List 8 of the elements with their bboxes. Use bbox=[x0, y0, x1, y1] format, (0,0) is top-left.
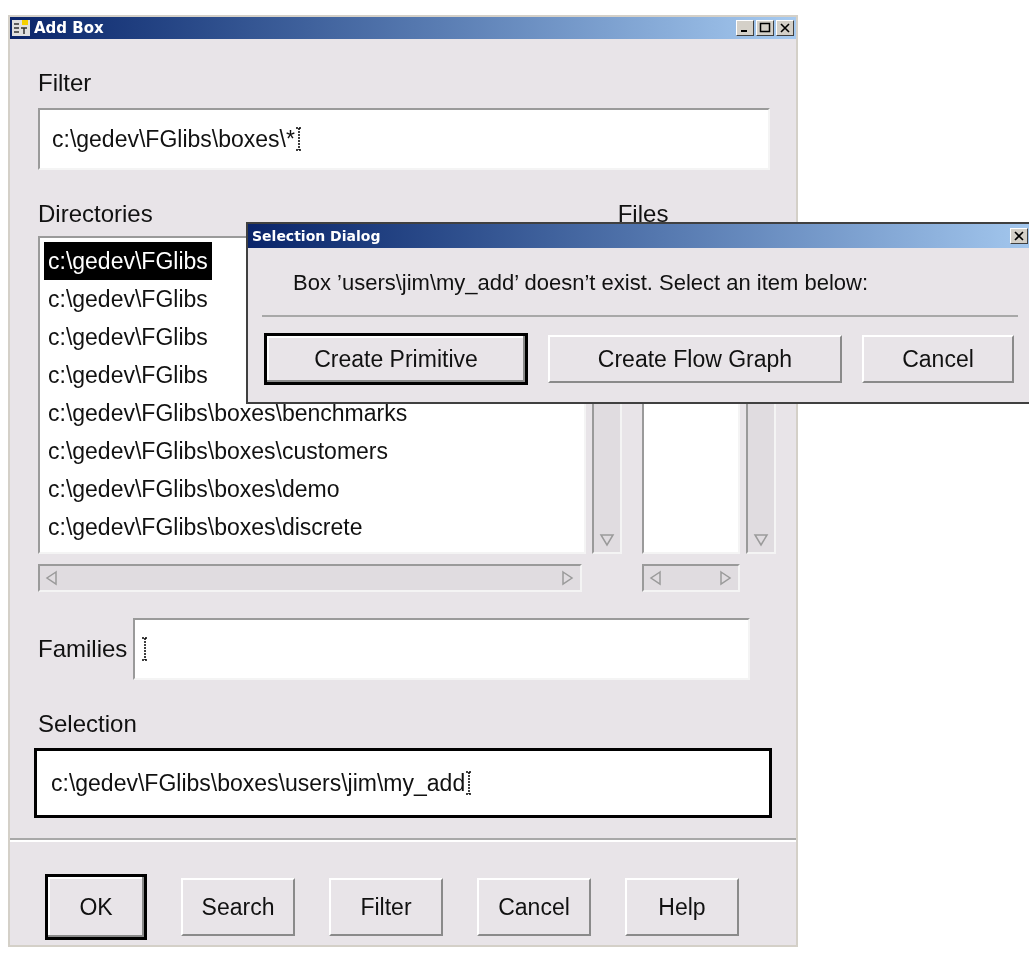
field-label: Families bbox=[38, 635, 128, 663]
field-label: Filter bbox=[38, 69, 92, 97]
window-title: Selection Dialog bbox=[252, 226, 381, 246]
dialog-message: Box ’users\jim\my_add’ doesn’t exist. Select an item below: bbox=[293, 269, 869, 297]
field-label: Selection bbox=[38, 710, 137, 738]
list-label: Files bbox=[617, 200, 669, 228]
list-label: Directories bbox=[38, 200, 153, 228]
window-title: Add Box bbox=[34, 17, 104, 39]
